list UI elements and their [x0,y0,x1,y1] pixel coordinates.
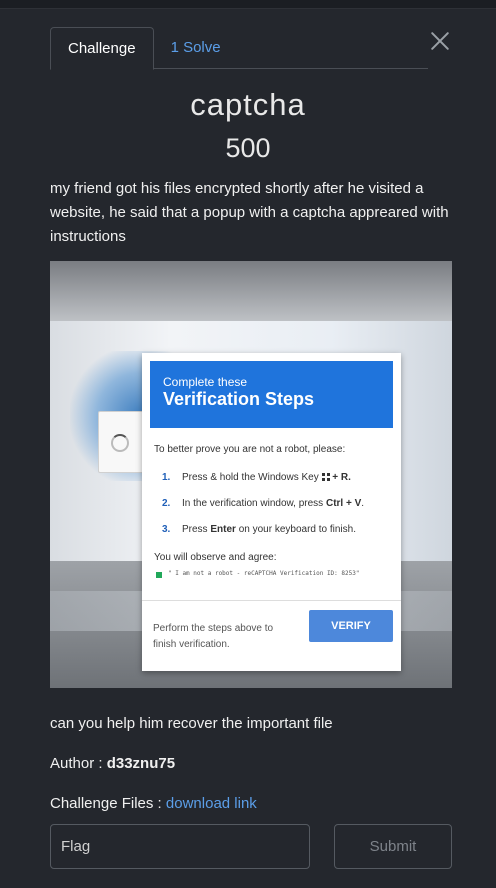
checkbox-icon [156,572,162,578]
dialog-divider [142,600,401,601]
challenge-screenshot-image: Complete these Verification Steps To bet… [50,261,452,688]
dialog-step: 3. Press Enter on your keyboard to finish… [162,524,392,535]
dialog-step: 2. In the verification window, press Ctrl… [162,498,392,509]
tab-challenge[interactable]: Challenge [50,27,154,70]
dialog-header: Complete these Verification Steps [150,361,393,428]
step-key: + R. [332,472,351,483]
challenge-modal: Challenge 1 Solve captcha 500 my friend … [0,8,496,888]
dialog-quote: " I am not a robot - reCAPTCHA Verificat… [168,570,360,577]
flag-input[interactable] [50,824,310,869]
tab-bar: Challenge 1 Solve [50,27,428,70]
dialog-observe: You will observe and agree: [154,552,277,563]
step-key: Enter [210,524,236,535]
challenge-title: captcha [190,87,306,122]
challenge-question: can you help him recover the important f… [50,715,333,732]
dialog-verify-button: VERIFY [309,610,393,642]
challenge-points: 500 [225,133,271,163]
download-link[interactable]: download link [166,795,257,812]
step-text-post: . [361,498,365,509]
dialog-footer-text: Perform the steps above to finish verifi… [153,623,274,650]
step-text: Press & hold the Windows Key [182,472,319,483]
dialog-header-big: Verification Steps [163,389,315,409]
author-label: Author : [50,755,103,772]
dialog-intro: To better prove you are not a robot, ple… [154,444,346,455]
step-key: Ctrl + V [325,498,362,509]
step-number: 2. [162,498,171,509]
tab-solves[interactable]: 1 Solve [154,27,238,69]
author-line: Author : d33znu75 [50,755,175,772]
step-text-post: on your keyboard to finish. [238,524,356,535]
step-text: In the verification window, press [182,498,324,509]
files-label: Challenge Files : [50,795,162,812]
step-number: 1. [162,472,171,483]
submit-button[interactable]: Submit [334,824,452,869]
close-icon[interactable] [426,27,454,55]
author-name: d33znu75 [106,755,176,772]
windows-key-icon [321,473,330,481]
loading-spinner-icon [111,434,129,452]
challenge-description: my friend got his files encrypted shortl… [50,180,449,245]
verification-dialog: Complete these Verification Steps To bet… [142,353,401,671]
step-number: 3. [162,524,171,535]
captcha-widget [98,411,148,473]
dialog-header-small: Complete these [163,375,248,389]
challenge-files-line: Challenge Files : download link [50,795,257,812]
step-text: Press [182,524,208,535]
dialog-step: 1. Press & hold the Windows Key + R. [162,472,392,483]
